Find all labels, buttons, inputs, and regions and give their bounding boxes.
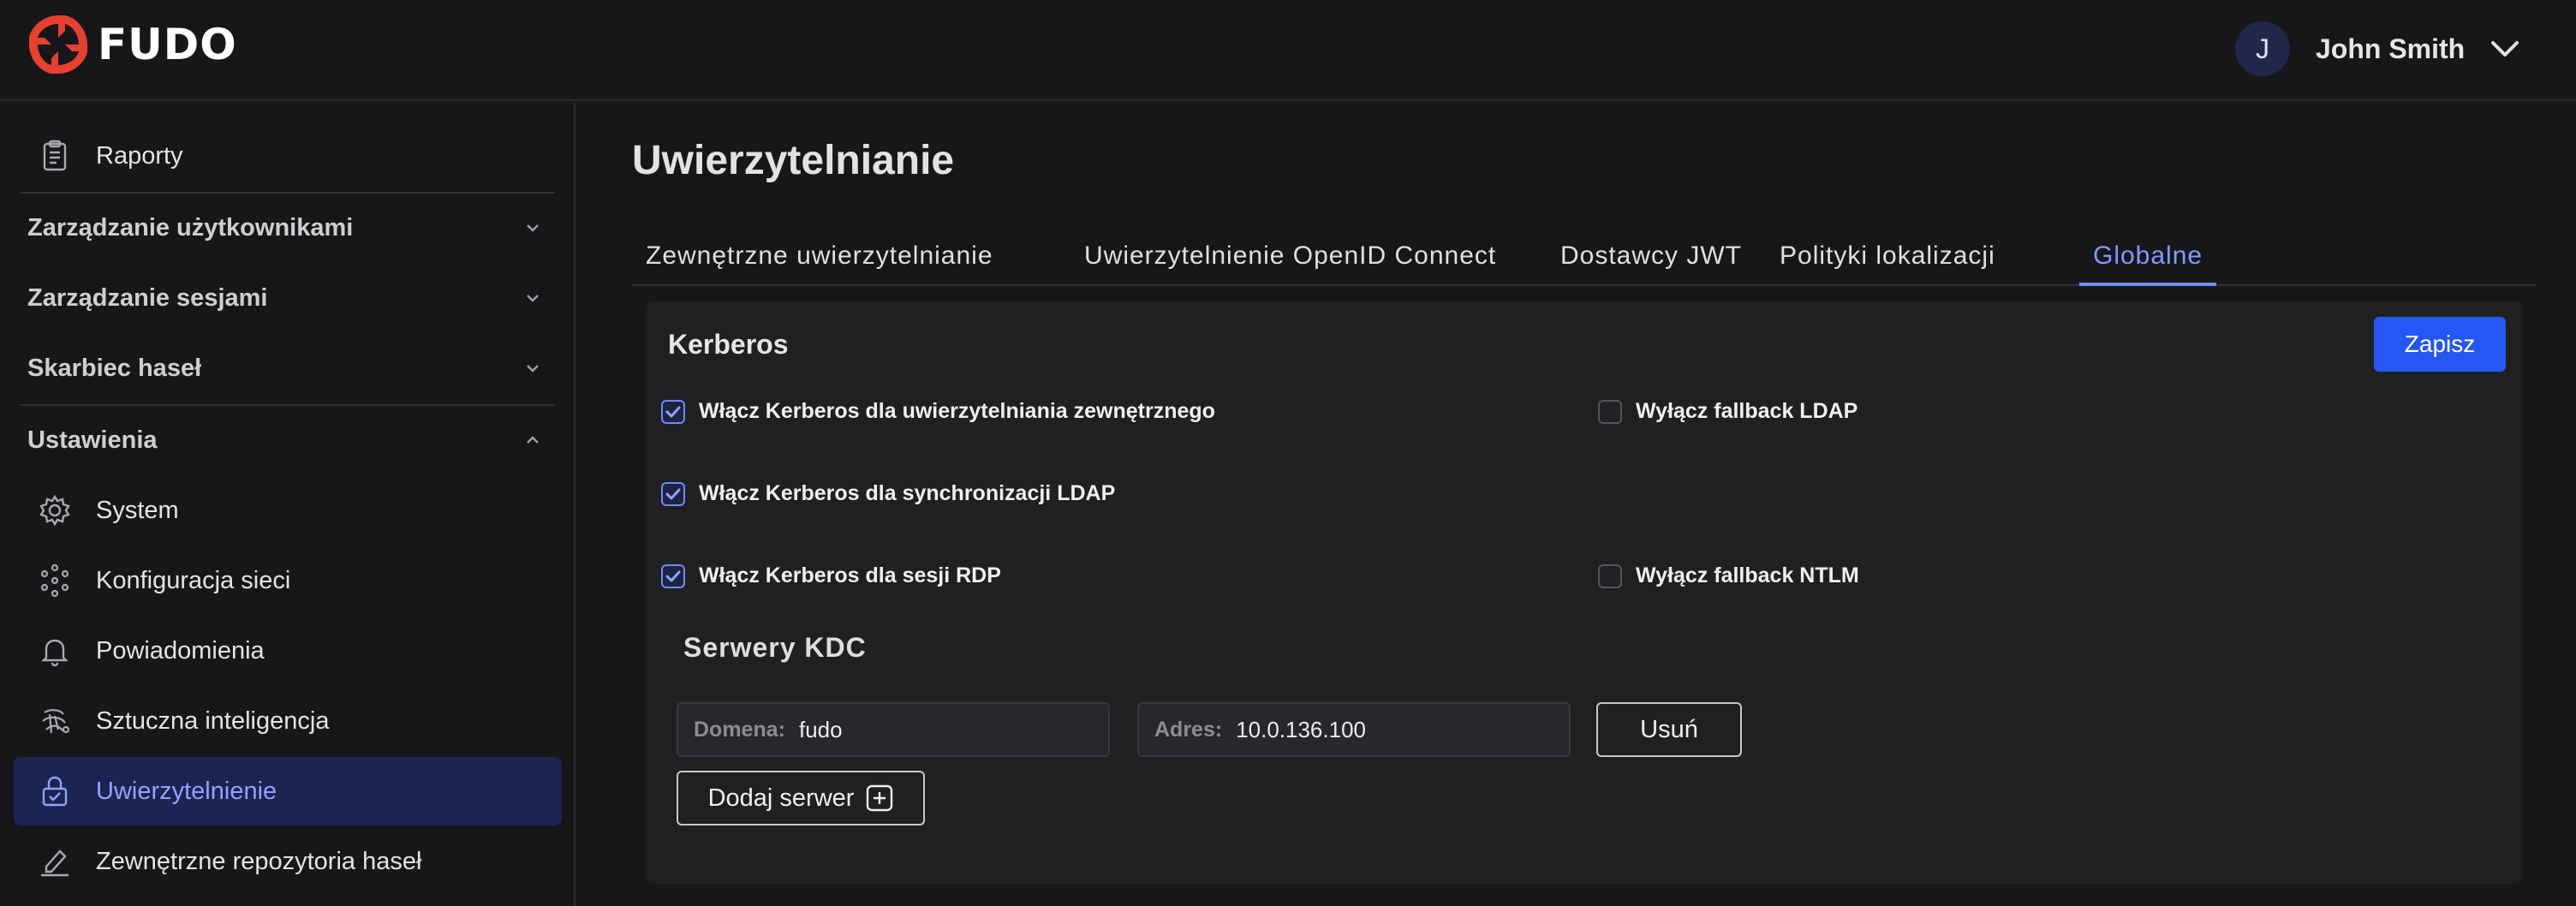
checkbox[interactable] bbox=[661, 481, 685, 506]
checkbox-label: Wyłącz fallback LDAP bbox=[1636, 399, 1858, 423]
plus-square-icon bbox=[867, 784, 893, 812]
sidebar-item-notifications[interactable]: Powiadomienia bbox=[14, 617, 562, 685]
checkbox[interactable] bbox=[1598, 399, 1622, 424]
brand-name: FUDO bbox=[98, 20, 237, 69]
sidebar-item-system[interactable]: System bbox=[14, 476, 562, 545]
checkbox[interactable] bbox=[1598, 563, 1622, 588]
checkbox-label: Włącz Kerberos dla uwierzytelniania zewn… bbox=[699, 399, 1215, 423]
chevron-down-icon bbox=[527, 365, 539, 373]
user-menu[interactable]: J John Smith bbox=[2235, 21, 2519, 77]
tab-openid-connect[interactable]: Uwierzytelnienie OpenID Connect bbox=[1070, 233, 1510, 286]
top-bar: FUDO J John Smith bbox=[0, 0, 2576, 101]
sidebar-item-label: Uwierzytelnienie bbox=[96, 777, 277, 805]
user-name: John Smith bbox=[2316, 33, 2466, 64]
save-button[interactable]: Zapisz bbox=[2374, 317, 2506, 372]
avatar: J bbox=[2235, 21, 2290, 76]
button-label: Usuń bbox=[1640, 715, 1698, 743]
checkbox-label: Wyłącz fallback NTLM bbox=[1636, 563, 1859, 587]
address-field[interactable]: Adres: 10.0.136.100 bbox=[1137, 702, 1571, 757]
sidebar-group-vault[interactable]: Skarbiec haseł bbox=[27, 334, 550, 402]
checkmark-icon bbox=[665, 570, 681, 581]
gear-icon bbox=[38, 493, 72, 528]
chevron-up-icon bbox=[527, 436, 539, 444]
sidebar-item-network[interactable]: Konfiguracja sieci bbox=[14, 546, 562, 615]
checkbox-kerberos-rdp[interactable]: Włącz Kerberos dla sesji RDP bbox=[661, 563, 1001, 588]
sidebar-group-sessions[interactable]: Zarządzanie sesjami bbox=[27, 264, 550, 332]
chevron-down-icon bbox=[527, 295, 539, 302]
sidebar-item-external-repos[interactable]: Zewnętrzne repozytoria haseł bbox=[14, 827, 562, 896]
checkmark-icon bbox=[665, 406, 681, 417]
fudo-logo-icon bbox=[29, 15, 87, 74]
clipboard-icon bbox=[38, 139, 72, 173]
checkbox-label: Włącz Kerberos dla synchronizacji LDAP bbox=[699, 481, 1116, 505]
chevron-down-icon bbox=[2491, 41, 2519, 57]
checkbox-kerberos-external[interactable]: Włącz Kerberos dla uwierzytelniania zewn… bbox=[661, 399, 1215, 424]
section-title-kerberos: Kerberos bbox=[668, 329, 789, 360]
page-title: Uwierzytelnianie bbox=[632, 138, 955, 183]
sidebar-group-users[interactable]: Zarządzanie użytkownikami bbox=[27, 194, 550, 262]
tab-external-auth[interactable]: Zewnętrzne uwierzytelnianie bbox=[632, 233, 1007, 286]
checkbox-kerberos-ldap-sync[interactable]: Włącz Kerberos dla synchronizacji LDAP bbox=[661, 481, 1115, 506]
remove-server-button[interactable]: Usuń bbox=[1596, 702, 1742, 757]
button-label: Dodaj serwer bbox=[707, 784, 855, 812]
sidebar-group-label: Zarządzanie sesjami bbox=[27, 283, 268, 312]
chevron-down-icon bbox=[527, 224, 539, 232]
kerberos-panel: Kerberos Zapisz Włącz Kerberos dla uwier… bbox=[646, 301, 2523, 884]
tab-location-policies[interactable]: Polityki lokalizacji bbox=[1766, 233, 2009, 286]
sidebar-group-label: Ustawienia bbox=[27, 426, 158, 454]
sidebar-item-label: Powiadomienia bbox=[96, 636, 265, 665]
sidebar-item-ai[interactable]: Sztuczna inteligencja bbox=[14, 687, 562, 755]
domain-value[interactable]: fudo bbox=[799, 717, 843, 743]
sidebar-group-settings[interactable]: Ustawienia bbox=[27, 406, 550, 474]
checkbox-label: Włącz Kerberos dla sesji RDP bbox=[699, 563, 1001, 587]
network-icon bbox=[38, 563, 72, 598]
lock-check-icon bbox=[38, 774, 72, 808]
bell-icon bbox=[38, 634, 72, 668]
sidebar: Raporty Zarządzanie użytkownikami Zarząd… bbox=[0, 103, 575, 906]
checkmark-icon bbox=[665, 488, 681, 499]
field-label: Domena: bbox=[694, 717, 785, 742]
sidebar-item-label: System bbox=[96, 496, 179, 524]
domain-field[interactable]: Domena: fudo bbox=[677, 702, 1110, 757]
sidebar-item-authentication[interactable]: Uwierzytelnienie bbox=[14, 757, 562, 826]
sidebar-item-label: Raporty bbox=[96, 141, 183, 170]
sidebar-group-label: Skarbiec haseł bbox=[27, 354, 202, 382]
fudo-logo[interactable]: FUDO bbox=[26, 12, 237, 77]
field-label: Adres: bbox=[1154, 717, 1223, 742]
checkbox[interactable] bbox=[661, 563, 685, 588]
section-title-kdc: Serwery KDC bbox=[683, 632, 867, 663]
add-server-button[interactable]: Dodaj serwer bbox=[677, 771, 925, 826]
ai-sparkle-icon bbox=[38, 704, 72, 738]
address-value[interactable]: 10.0.136.100 bbox=[1236, 717, 1366, 743]
sidebar-item-label: Sztuczna inteligencja bbox=[96, 706, 330, 735]
checkbox[interactable] bbox=[661, 399, 685, 424]
checkbox-disable-ldap-fallback[interactable]: Wyłącz fallback LDAP bbox=[1598, 399, 1857, 424]
tab-jwt-providers[interactable]: Dostawcy JWT bbox=[1547, 233, 1756, 286]
tab-global[interactable]: Globalne bbox=[2079, 233, 2217, 286]
checkbox-disable-ntlm-fallback[interactable]: Wyłącz fallback NTLM bbox=[1598, 563, 1859, 588]
sidebar-group-label: Zarządzanie użytkownikami bbox=[27, 213, 354, 241]
sidebar-item-label: Zewnętrzne repozytoria haseł bbox=[96, 847, 422, 875]
sidebar-item-label: Konfiguracja sieci bbox=[96, 566, 291, 594]
tab-bar: Zewnętrzne uwierzytelnianie Uwierzytelni… bbox=[632, 233, 2537, 286]
sidebar-item-reports[interactable]: Raporty bbox=[14, 122, 562, 190]
signature-icon bbox=[38, 844, 72, 879]
